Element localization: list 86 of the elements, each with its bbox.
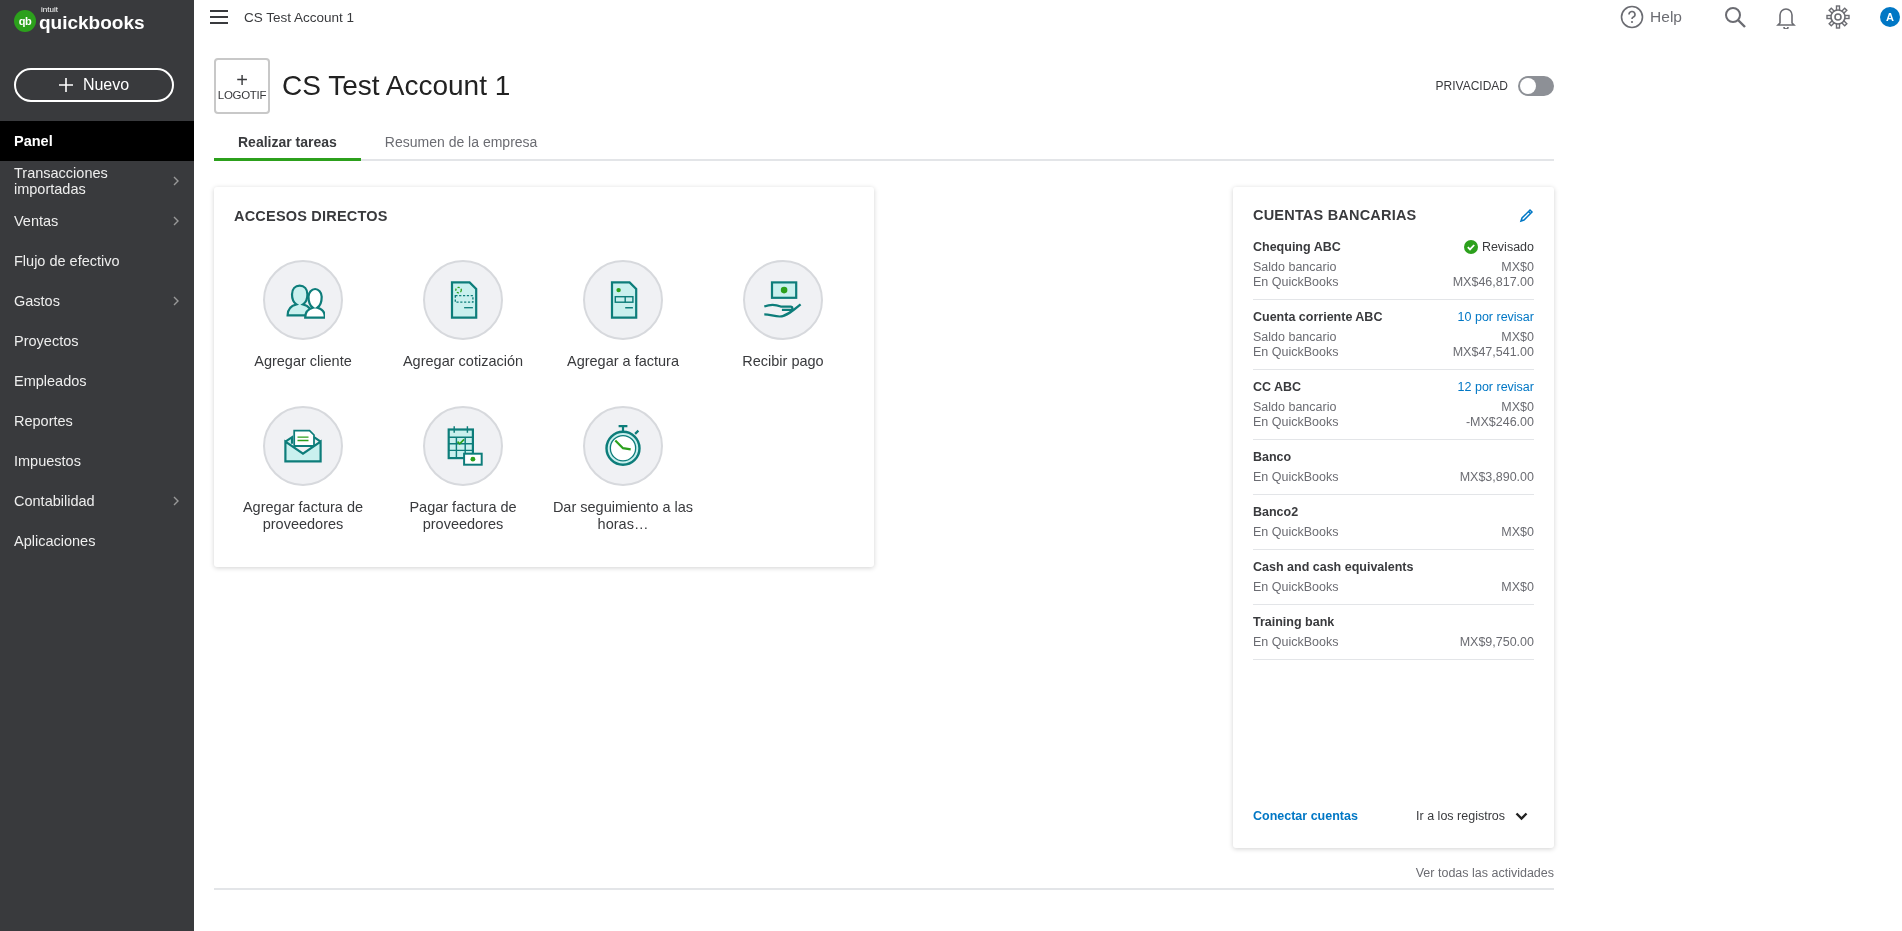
sidebar-item[interactable]: Proyectos [0,321,194,361]
activities-link[interactable]: Ver todas las actividades [1415,866,1554,880]
bell-icon[interactable] [1776,5,1796,29]
account-name: CC ABC [1253,380,1302,394]
sidebar-item[interactable]: Transacciones importadas [0,161,194,201]
help-link[interactable]: Help [1620,5,1682,29]
sidebar-item[interactable]: Aplicaciones [0,521,194,561]
sidebar-item[interactable]: Flujo de efectivo [0,241,194,281]
tab[interactable]: Resumen de la empresa [360,125,562,161]
balance-label: En QuickBooks [1253,275,1339,290]
sidebar-item[interactable]: Contabilidad [0,481,194,521]
balance-value: MX$0 [1501,260,1534,275]
account-name: Cash and cash equivalents [1253,560,1414,574]
privacy-label: PRIVACIDAD [1435,79,1508,93]
sidebar-item[interactable]: Gastos [0,281,194,321]
logo-upload[interactable]: + LOGOTIF [214,58,270,114]
logo-name: quickbooks [39,13,145,32]
sidebar-item[interactable]: Ventas [0,201,194,241]
privacy-toggle[interactable] [1518,76,1554,96]
company-name: CS Test Account 1 [282,70,512,102]
balance-label: En QuickBooks [1253,470,1339,485]
balance-label: En QuickBooks [1253,415,1339,430]
sidebar-item[interactable]: Panel [0,121,194,161]
registers-dropdown[interactable]: Ir a los registros [1416,809,1528,823]
pencil-icon[interactable] [1519,207,1534,223]
account-name: Chequing ABC [1253,240,1341,254]
sidebar-item-label: Impuestos [14,453,81,469]
search-icon[interactable] [1724,6,1746,28]
account-status: Revisado [1481,240,1534,254]
shortcut-label[interactable]: Agregar cotización [383,353,543,370]
balance-value: MX$9,750.00 [1459,635,1534,650]
tab[interactable]: Realizar tareas [214,125,361,161]
card-title: ACCESOS DIRECTOS [234,208,389,224]
shortcut-label[interactable]: Recibir pago [703,353,863,370]
shortcut-label[interactable]: Dar seguimiento a las horas… [543,499,703,533]
balance-value: -MX$246.00 [1465,415,1534,430]
balance-value: MX$47,541.00 [1452,345,1534,360]
logo-brand: intuit [41,6,59,14]
sidebar-item-label: Empleados [14,373,87,389]
check-icon [1463,240,1478,254]
balance-label: En QuickBooks [1253,345,1339,360]
help-icon [1620,5,1645,29]
company-title: CS Test Account 1 [244,9,356,25]
logo-mark: qb [14,10,36,32]
account-name: Banco [1253,450,1292,464]
shortcut-label[interactable]: Pagar factura de proveedores [383,499,543,533]
balance-label: En QuickBooks [1253,635,1339,650]
balance-value: MX$0 [1501,580,1534,595]
balance-value: MX$3,890.00 [1459,470,1534,485]
sidebar-item-label: Gastos [14,293,60,309]
sidebar-item-label: Aplicaciones [14,533,96,549]
balance-value: MX$0 [1501,400,1534,415]
balance-value: MX$0 [1501,525,1534,540]
sidebar-item-label: Reportes [14,413,73,429]
card-title: CUENTAS BANCARIAS [1253,207,1417,223]
shortcut-label[interactable]: Agregar factura de proveedores [223,499,383,533]
connect-accounts-link[interactable]: Conectar cuentas [1253,809,1358,823]
sidebar-item-label: Contabilidad [14,493,95,509]
account-name: Cuenta corriente ABC [1253,310,1383,324]
balance-label: Saldo bancario [1253,330,1337,345]
balance-value: MX$0 [1501,330,1534,345]
balance-label: Saldo bancario [1253,260,1337,275]
sidebar-item[interactable]: Impuestos [0,441,194,481]
sidebar-item[interactable]: Reportes [0,401,194,441]
shortcut-label[interactable]: Agregar cliente [223,353,383,370]
sidebar-item-label: Flujo de efectivo [14,253,120,269]
shortcut-label[interactable]: Agregar a factura [543,353,703,370]
review-link[interactable]: 12 por revisar [1457,380,1534,394]
balance-value: MX$46,817.00 [1452,275,1534,290]
new-button[interactable]: Nuevo [14,68,174,102]
settings-icon[interactable] [1826,5,1850,29]
sidebar-item-label: Transacciones importadas [14,165,109,197]
account-name: Training bank [1253,615,1335,629]
review-link[interactable]: 10 por revisar [1457,310,1534,324]
chevron-down-icon [1515,811,1528,821]
menu-icon[interactable] [210,10,228,24]
balance-label: En QuickBooks [1253,525,1339,540]
sidebar-item[interactable]: Empleados [0,361,194,401]
sidebar-item-label: Ventas [14,213,59,229]
balance-label: En QuickBooks [1253,580,1339,595]
plus-icon [58,78,73,92]
sidebar-item-label: Panel [14,133,53,149]
account-name: Banco2 [1253,505,1299,519]
balance-label: Saldo bancario [1253,400,1337,415]
avatar[interactable]: A [1880,7,1900,27]
sidebar-item-label: Proyectos [14,333,79,349]
